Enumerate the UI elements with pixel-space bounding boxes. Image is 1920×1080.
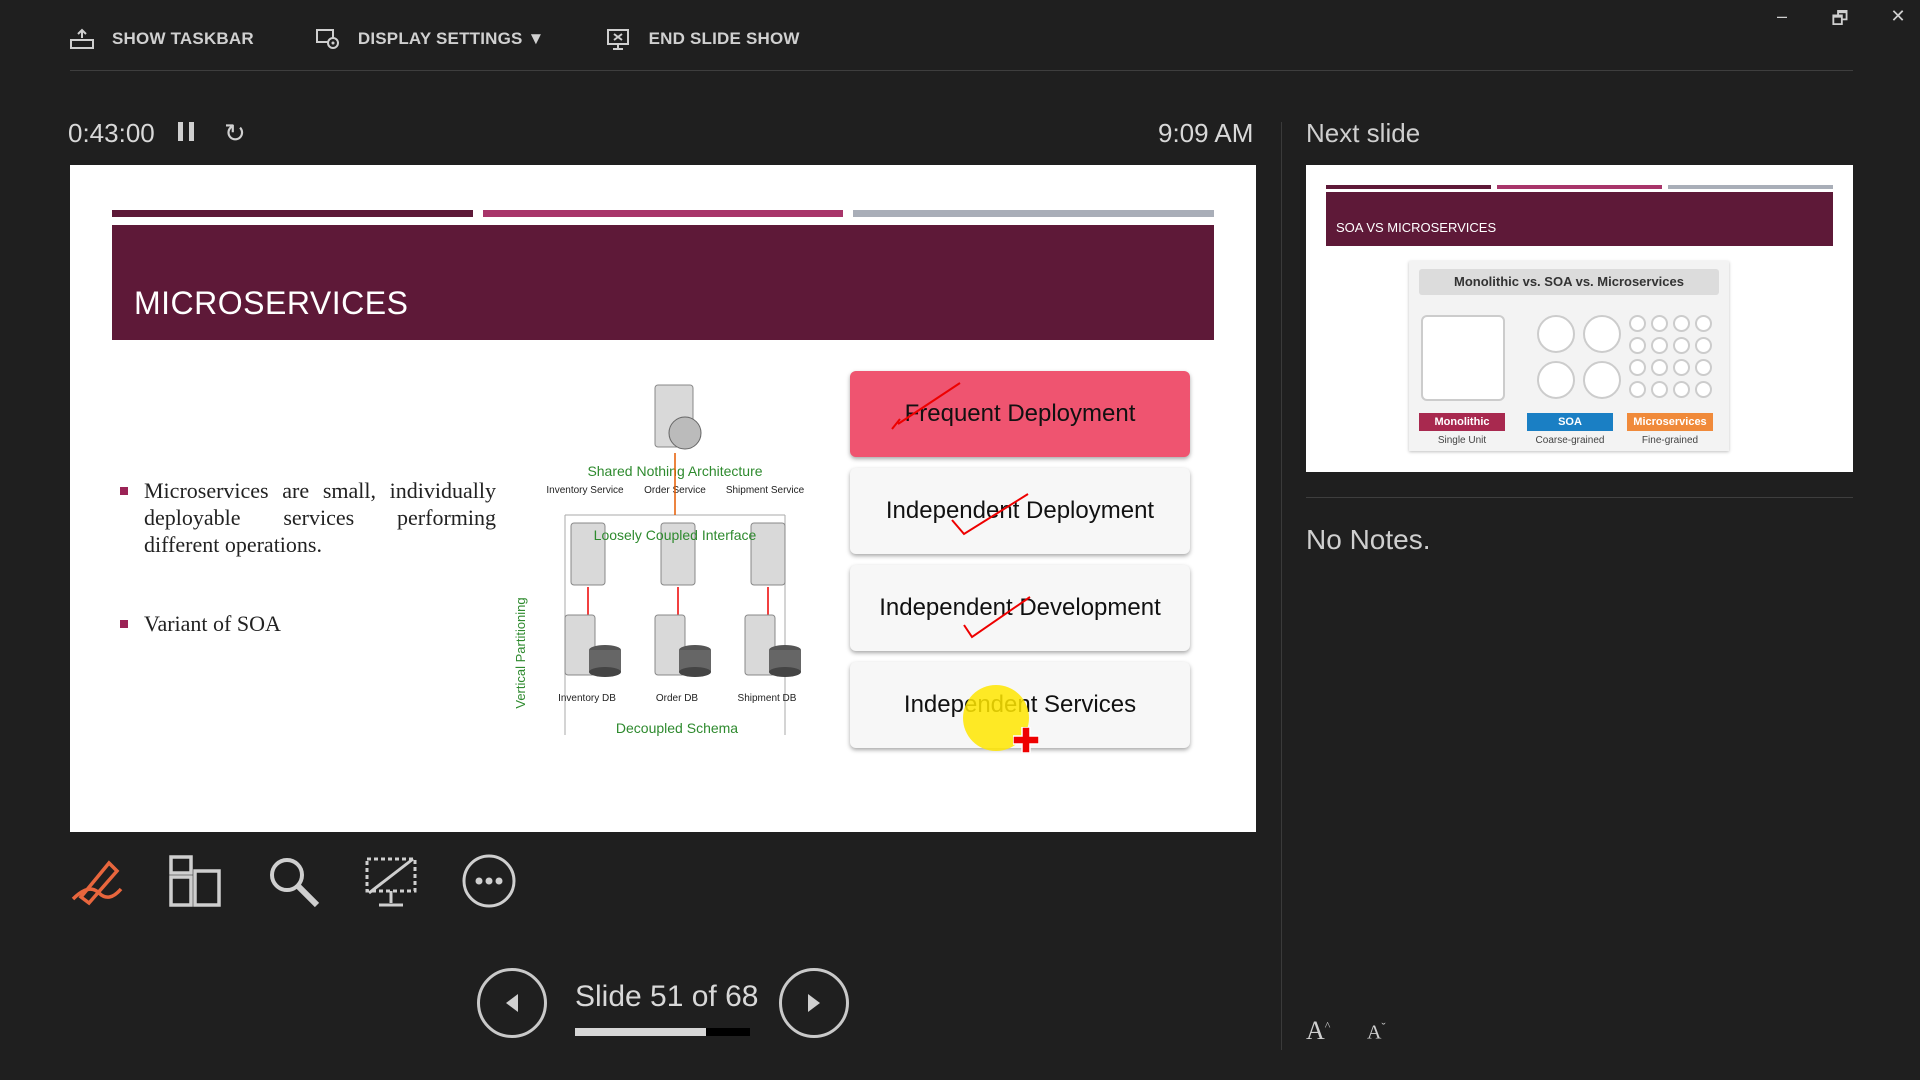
slide-bullets: Microservices are small, individually de…	[116, 477, 496, 689]
micro-services	[1629, 315, 1712, 398]
current-time: 9:09 AM	[1158, 118, 1254, 148]
slide-progress-bar	[575, 1028, 750, 1036]
feature-card: Independent Deployment	[850, 468, 1190, 554]
comparison-title: Monolithic vs. SOA vs. Microservices	[1419, 269, 1719, 295]
accent-bar	[482, 210, 844, 217]
feature-card-label: Independent Development	[879, 594, 1161, 621]
next-slide-accent-bars	[1326, 185, 1833, 189]
font-decrease-glyph: A	[1367, 1021, 1382, 1044]
comparison-subtitle: Coarse-grained	[1535, 435, 1605, 446]
next-slide-preview[interactable]: SOA VS MICROSERVICES Monolithic vs. SOA …	[1306, 165, 1853, 472]
accent-bar	[1668, 185, 1833, 189]
bullet-item: Variant of SOA	[116, 610, 496, 637]
web-server-icon	[654, 384, 702, 450]
next-slide-label: Next slide	[1306, 118, 1421, 148]
db-label: Shipment DB	[738, 693, 797, 704]
slide-tools	[68, 852, 518, 910]
end-show-icon	[606, 29, 629, 50]
font-increase-glyph: A	[1306, 1016, 1325, 1045]
feature-card-label: Independent Deployment	[885, 497, 1155, 524]
elapsed-timer: 0:43:00	[68, 118, 155, 148]
slide-progress-fill	[575, 1028, 707, 1036]
display-settings-icon	[315, 29, 339, 49]
bullet-item: Microservices are small, individually de…	[116, 477, 496, 558]
pen-icon	[71, 860, 123, 906]
display-settings-label: DISPLAY SETTINGS ▼	[357, 29, 545, 48]
show-taskbar-label: SHOW TASKBAR	[112, 29, 254, 48]
grid-icon	[169, 855, 221, 907]
magnifier-icon	[270, 858, 320, 908]
caret-down-icon: ˇ	[1381, 1020, 1386, 1034]
black-screen-button[interactable]	[362, 852, 420, 910]
monolith-block	[1421, 315, 1505, 401]
db-label: Order DB	[656, 693, 699, 704]
show-taskbar-button[interactable]: SHOW TASKBAR	[70, 28, 254, 50]
slide-title-band: MICROSERVICES	[112, 225, 1214, 340]
minimize-icon[interactable]: –	[1770, 6, 1794, 36]
arrow-right-icon	[808, 994, 820, 1012]
accent-bar	[112, 210, 473, 217]
screen-off-icon	[365, 857, 417, 907]
toolbar-divider	[70, 70, 1853, 71]
window-controls: – 🗗 ✕	[1770, 6, 1910, 36]
decrease-font-button[interactable]: Aˇ	[1367, 1020, 1385, 1045]
current-slide[interactable]: MICROSERVICES Microservices are small, i…	[70, 165, 1256, 832]
arrow-left-icon	[506, 994, 518, 1012]
speaker-notes[interactable]: No Notes.	[1306, 524, 1431, 556]
comparison-subtitle: Fine-grained	[1641, 435, 1699, 446]
see-all-slides-button[interactable]	[166, 852, 224, 910]
comparison-subtitle: Single Unit	[1437, 435, 1487, 446]
feature-card-label: Frequent Deployment	[904, 400, 1136, 427]
db-label: Inventory DB	[558, 693, 616, 704]
display-settings-button[interactable]: DISPLAY SETTINGS ▼	[315, 28, 545, 50]
increase-font-button[interactable]: A^	[1306, 1016, 1330, 1046]
comparison-badge: Microservices	[1627, 413, 1713, 431]
next-slide-title: SOA VS MICROSERVICES	[1336, 220, 1497, 235]
close-icon[interactable]: ✕	[1886, 6, 1910, 36]
database-icons	[564, 614, 801, 677]
slide-accent-bars	[112, 210, 1215, 218]
pause-timer-icon[interactable]	[178, 122, 198, 146]
slide-title: MICROSERVICES	[134, 285, 409, 321]
pane-divider[interactable]	[1281, 122, 1282, 1050]
accent-bar	[853, 210, 1215, 217]
comparison-column: Monolithic Single Unit	[1419, 311, 1509, 451]
accent-bar	[1326, 185, 1491, 189]
next-slide-button[interactable]	[779, 968, 849, 1038]
service-label: Shipment Service	[726, 485, 805, 496]
previous-slide-button[interactable]	[477, 968, 547, 1038]
comparison-badge: SOA	[1527, 413, 1613, 431]
feature-card: Independent Development	[850, 565, 1190, 651]
comparison-column: Microservices Fine-grained	[1627, 311, 1717, 451]
zoom-button[interactable]	[264, 852, 322, 910]
soa-services	[1537, 315, 1621, 399]
diagram-bottom-label: Decoupled Schema	[616, 720, 738, 736]
end-slide-show-button[interactable]: END SLIDE SHOW	[606, 28, 800, 50]
presenter-toolbar: SHOW TASKBAR DISPLAY SETTINGS ▼ END SLID…	[70, 18, 800, 60]
side-label: Vertical Partitioning	[513, 597, 528, 708]
comparison-column: SOA Coarse-grained	[1527, 311, 1621, 451]
pen-tool-button[interactable]	[68, 852, 126, 910]
caret-up-icon: ^	[1324, 1018, 1331, 1033]
presenter-view: SHOW TASKBAR DISPLAY SETTINGS ▼ END SLID…	[0, 0, 1920, 1080]
reset-timer-icon[interactable]: ↻	[224, 118, 246, 149]
comparison-graphic: Monolithic vs. SOA vs. Microservices Mon…	[1409, 261, 1729, 451]
restore-icon[interactable]: 🗗	[1828, 6, 1852, 36]
notes-divider	[1306, 497, 1853, 498]
interface-label: Loosely Coupled Interface	[594, 527, 757, 543]
slide-counter[interactable]: Slide 51 of 68	[575, 980, 758, 1014]
taskbar-icon	[70, 28, 94, 49]
comparison-badge: Monolithic	[1419, 413, 1505, 431]
more-options-button[interactable]	[460, 852, 518, 910]
end-slide-show-label: END SLIDE SHOW	[648, 29, 800, 48]
next-slide-title-band: SOA VS MICROSERVICES	[1326, 192, 1833, 246]
architecture-diagram: Shared Nothing Architecture Inventory Se…	[505, 375, 845, 775]
mouse-cursor-icon	[1013, 727, 1039, 753]
service-label: Inventory Service	[546, 485, 624, 496]
more-icon	[462, 854, 516, 908]
accent-bar	[1497, 185, 1662, 189]
feature-card: Frequent Deployment	[850, 371, 1190, 457]
